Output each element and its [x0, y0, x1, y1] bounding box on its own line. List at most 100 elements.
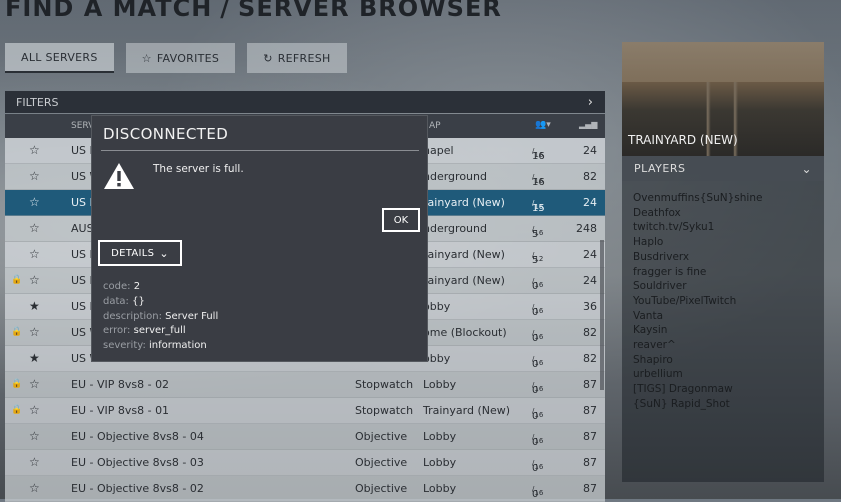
- star-outline-icon[interactable]: ☆: [29, 273, 40, 287]
- table-row[interactable]: 🔒 ☆ EU - VIP 8vs8 - 01 Stopwatch Trainyard (…: [5, 398, 605, 424]
- details-button[interactable]: DETAILS ⌄: [98, 240, 182, 266]
- player-count: 0/16: [532, 355, 544, 370]
- ping-value: 24: [583, 248, 597, 261]
- star-outline-icon[interactable]: ☆: [29, 325, 40, 339]
- star-outline-icon[interactable]: ☆: [29, 195, 40, 209]
- ping-value: 82: [583, 352, 597, 365]
- dialog-message: The server is full.: [153, 163, 244, 175]
- chevron-down-icon: ⌄: [159, 246, 169, 260]
- ping-value: 82: [583, 326, 597, 339]
- map-name: Lobby: [423, 378, 457, 391]
- ping-value: 24: [583, 144, 597, 157]
- game-mode: Objective: [355, 482, 408, 495]
- star-filled-icon[interactable]: ★: [29, 351, 40, 365]
- star-outline-icon[interactable]: ☆: [29, 247, 40, 261]
- title-server-browser: SERVER BROWSER: [238, 0, 502, 22]
- table-row[interactable]: ☆ EU - Objective 8vs8 - 02 Objective Lobby 0…: [5, 476, 605, 502]
- error-details: code: 2 data: {} description: Server Full e…: [103, 280, 218, 354]
- player-name: Vanta: [633, 309, 664, 322]
- ping-value: 87: [583, 430, 597, 443]
- player-count: 5/12: [532, 251, 544, 266]
- star-outline-icon[interactable]: ☆: [29, 221, 40, 235]
- map-name: TRAINYARD (NEW): [628, 133, 738, 147]
- lock-icon: 🔒: [11, 405, 23, 415]
- player-count: 5/16: [532, 225, 544, 240]
- lock-icon: 🔒: [11, 379, 23, 389]
- server-name: EU - VIP 8vs8 - 02: [71, 378, 170, 391]
- game-mode: Objective: [355, 430, 408, 443]
- ping-value: 36: [583, 300, 597, 313]
- map-name: nderground: [423, 170, 487, 183]
- server-detail-panel: TRAINYARD (NEW) PLAYERS ⌄ Ovenmuffins{Su…: [622, 42, 824, 482]
- tab-favorites[interactable]: ☆ FAVORITES: [125, 43, 236, 73]
- disconnected-dialog: DISCONNECTED The server is full. OK DETA…: [91, 115, 428, 362]
- table-row[interactable]: ☆ EU - Objective 8vs8 - 03 Objective Lobby 0…: [5, 450, 605, 476]
- star-outline-icon[interactable]: ☆: [29, 403, 40, 417]
- map-name: Lobby: [423, 456, 457, 469]
- detail-line: description: Server Full: [103, 310, 219, 322]
- players-header[interactable]: PLAYERS ⌄: [622, 156, 824, 181]
- ping-signal-icon[interactable]: ▂▄▆: [579, 120, 597, 129]
- game-mode: Stopwatch: [355, 404, 414, 417]
- filters-bar[interactable]: FILTERS ›: [5, 91, 605, 113]
- chevron-right-icon[interactable]: ›: [588, 95, 593, 110]
- server-name: EU - Objective 8vs8 - 03: [71, 456, 204, 469]
- map-name: Lobby: [423, 430, 457, 443]
- table-row[interactable]: 🔒 ☆ EU - VIP 8vs8 - 02 Stopwatch Lobby 0/16 87: [5, 372, 605, 398]
- star-outline-icon[interactable]: ☆: [29, 169, 40, 183]
- tab-refresh[interactable]: ↻ REFRESH: [247, 43, 347, 73]
- map-name: Lobby: [423, 482, 457, 495]
- player-name: {SuN} Rapid_Shot: [633, 397, 730, 410]
- server-name: EU - VIP 8vs8 - 01: [71, 404, 170, 417]
- player-name: Haplo: [633, 236, 664, 249]
- ping-value: 24: [583, 274, 597, 287]
- player-name: Shapiro: [633, 353, 673, 366]
- detail-line: error: server_full: [103, 325, 186, 337]
- map-preview-image: TRAINYARD (NEW): [622, 42, 824, 156]
- star-outline-icon[interactable]: ☆: [29, 429, 40, 443]
- player-count: 0/16: [532, 433, 544, 448]
- lock-icon: 🔒: [11, 275, 23, 285]
- table-row[interactable]: ☆ EU - Objective 8vs8 - 04 Objective Lobby 0…: [5, 424, 605, 450]
- player-name: Ovenmuffins{SuN}shine: [633, 192, 763, 204]
- game-mode: Stopwatch: [355, 378, 414, 391]
- lock-icon: 🔒: [11, 327, 23, 337]
- player-list: Ovenmuffins{SuN}shine Deathfox twitch.tv/S…: [622, 181, 824, 412]
- column-map[interactable]: AP: [429, 121, 441, 131]
- player-count: 16/16: [532, 147, 545, 162]
- game-mode: Objective: [355, 456, 408, 469]
- tab-all-servers[interactable]: ALL SERVERS: [5, 43, 114, 73]
- title-find-match: FIND A MATCH: [5, 0, 213, 22]
- ping-value: 87: [583, 456, 597, 469]
- map-name: nderground: [423, 222, 487, 235]
- star-outline-icon[interactable]: ☆: [29, 377, 40, 391]
- detail-line: severity: information: [103, 340, 207, 352]
- player-name: urbellium: [633, 368, 683, 381]
- star-outline-icon: ☆: [141, 51, 152, 65]
- page-title: FIND A MATCH / SERVER BROWSER: [5, 0, 502, 22]
- tab-bar: ALL SERVERS ☆ FAVORITES ↻ REFRESH: [5, 43, 347, 73]
- player-count: 0/16: [532, 485, 544, 500]
- map-name: ome (Blockout): [423, 326, 507, 339]
- chevron-down-icon[interactable]: ⌄: [801, 162, 812, 176]
- player-count: 15/16: [532, 199, 545, 214]
- player-name: fragger is fine: [633, 265, 707, 278]
- map-name: Trainyard (New): [423, 404, 511, 417]
- ok-button[interactable]: OK: [382, 208, 420, 232]
- player-name: reaver^: [633, 339, 676, 352]
- players-sort-icon[interactable]: 👥▾: [535, 120, 551, 130]
- map-name: rainyard (New): [423, 274, 505, 287]
- divider: [101, 150, 419, 151]
- player-name: [TIGS] Dragonmaw: [633, 383, 733, 396]
- player-name: YouTube/PixelTwitch: [633, 294, 737, 307]
- player-name: Souldriver: [633, 280, 687, 293]
- player-name: Deathfox: [633, 206, 681, 219]
- detail-line: code: 2: [103, 281, 141, 292]
- scrollbar[interactable]: [600, 240, 604, 390]
- star-outline-icon[interactable]: ☆: [29, 481, 40, 495]
- star-filled-icon[interactable]: ★: [29, 299, 40, 313]
- title-separator: /: [220, 0, 231, 22]
- star-outline-icon[interactable]: ☆: [29, 143, 40, 157]
- star-outline-icon[interactable]: ☆: [29, 455, 40, 469]
- detail-line: data: {}: [103, 295, 145, 307]
